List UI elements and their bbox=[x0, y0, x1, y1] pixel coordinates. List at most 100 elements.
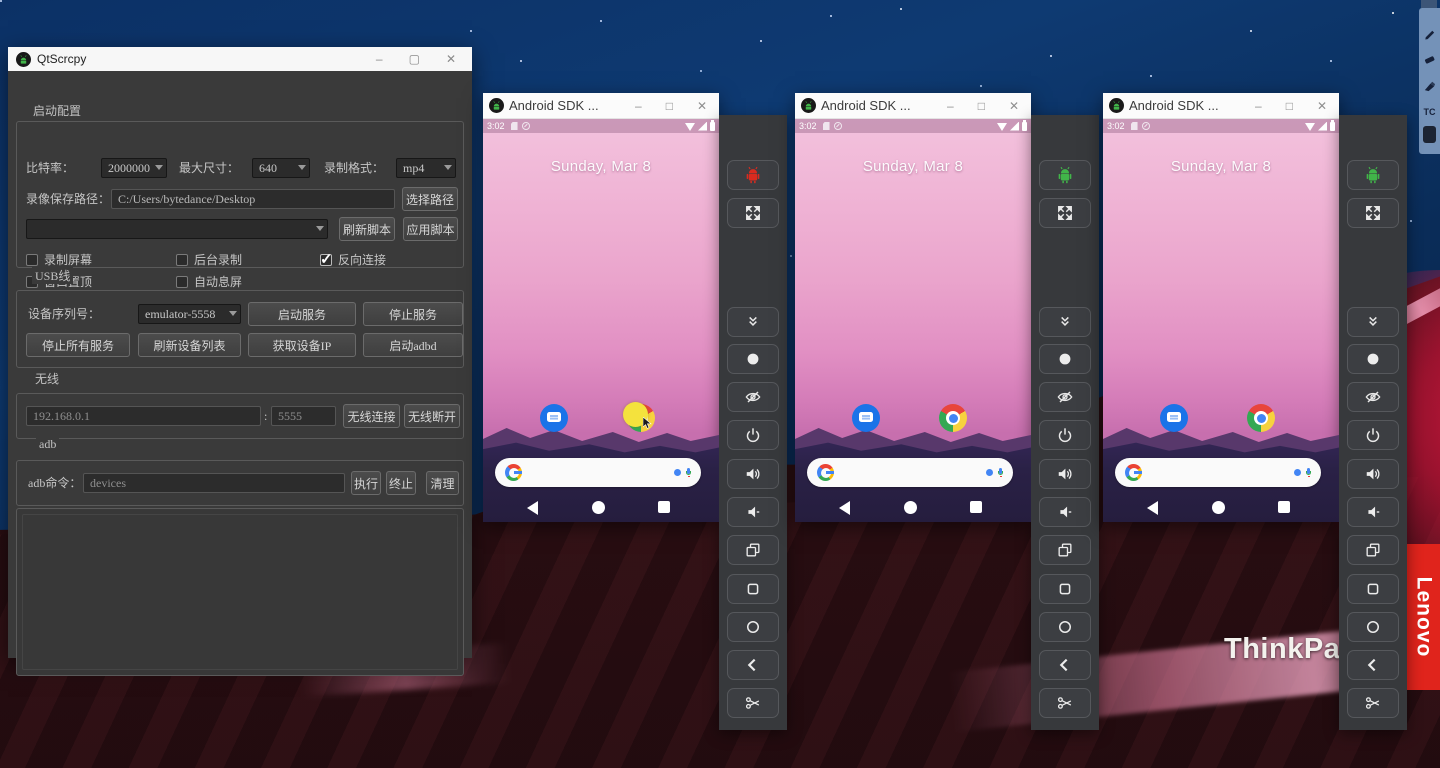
refresh-script-button[interactable]: 刷新脚本 bbox=[339, 217, 395, 241]
power-button[interactable] bbox=[727, 420, 779, 450]
volume-up-button[interactable] bbox=[1039, 459, 1091, 489]
app-switch-button[interactable] bbox=[1347, 535, 1399, 565]
app-switch-button[interactable] bbox=[727, 535, 779, 565]
save-path-input[interactable]: C:/Users/bytedance/Desktop bbox=[111, 189, 395, 209]
marker-icon[interactable] bbox=[1422, 78, 1437, 93]
phone-screen[interactable]: 3:02 Sunday, Mar 8 bbox=[1103, 119, 1339, 522]
mic-icon[interactable] bbox=[998, 468, 1003, 478]
screen-off-button[interactable] bbox=[1347, 382, 1399, 412]
mic-icon[interactable] bbox=[686, 468, 691, 478]
nav-recents-button[interactable] bbox=[970, 501, 982, 513]
expand-collapse-button[interactable] bbox=[727, 307, 779, 337]
maximize-button[interactable]: □ bbox=[978, 99, 985, 113]
refresh-device-list-button[interactable]: 刷新设备列表 bbox=[138, 333, 241, 357]
checkbox-icon[interactable] bbox=[176, 276, 188, 288]
screenshot-button[interactable] bbox=[1347, 688, 1399, 718]
touch-dot-button[interactable] bbox=[727, 344, 779, 374]
messages-app-icon[interactable] bbox=[540, 404, 568, 432]
apply-script-button[interactable]: 应用脚本 bbox=[403, 217, 458, 241]
wireless-connect-button[interactable]: 无线连接 bbox=[343, 404, 400, 428]
wireless-disconnect-button[interactable]: 无线断开 bbox=[404, 404, 460, 428]
power-button[interactable] bbox=[1039, 420, 1091, 450]
fullscreen-button[interactable] bbox=[1039, 198, 1091, 228]
volume-down-button[interactable] bbox=[727, 497, 779, 527]
chrome-app-icon[interactable] bbox=[1247, 404, 1275, 432]
max-size-combo[interactable]: 640 bbox=[252, 158, 310, 178]
expand-collapse-button[interactable] bbox=[1347, 307, 1399, 337]
record-format-combo[interactable]: mp4 bbox=[396, 158, 456, 178]
back-button[interactable] bbox=[1039, 650, 1091, 680]
back-button[interactable] bbox=[1347, 650, 1399, 680]
wireless-ip-input[interactable]: 192.168.0.1 bbox=[26, 406, 261, 426]
fullscreen-button[interactable] bbox=[1347, 198, 1399, 228]
group-control-button[interactable] bbox=[1347, 160, 1399, 190]
maximize-button[interactable]: ▢ bbox=[409, 52, 420, 66]
minimize-button[interactable]: – bbox=[1255, 99, 1262, 113]
color-swatch[interactable] bbox=[1423, 126, 1436, 143]
execute-button[interactable]: 执行 bbox=[351, 471, 381, 495]
reverse-connect-checkbox[interactable]: 反向连接 bbox=[320, 251, 386, 268]
mic-icon[interactable] bbox=[1306, 468, 1311, 478]
start-service-button[interactable]: 启动服务 bbox=[248, 302, 356, 326]
bitrate-combo[interactable]: 2000000 bbox=[101, 158, 167, 178]
script-combo[interactable] bbox=[26, 219, 328, 239]
close-button[interactable]: ✕ bbox=[1009, 99, 1019, 113]
home-button[interactable] bbox=[1347, 612, 1399, 642]
start-adbd-button[interactable]: 启动adbd bbox=[363, 333, 463, 357]
wireless-port-input[interactable]: 5555 bbox=[271, 406, 336, 426]
maximize-button[interactable]: □ bbox=[666, 99, 673, 113]
log-output-area[interactable] bbox=[16, 508, 464, 676]
background-record-checkbox[interactable]: 后台录制 bbox=[176, 251, 242, 268]
app-switch-button[interactable] bbox=[1039, 535, 1091, 565]
volume-down-button[interactable] bbox=[1039, 497, 1091, 527]
google-search-bar[interactable] bbox=[1115, 458, 1321, 487]
adb-cmd-input[interactable]: devices bbox=[83, 473, 345, 493]
minimize-button[interactable]: – bbox=[635, 99, 642, 113]
text-size-label[interactable]: TC bbox=[1422, 104, 1437, 119]
home-button[interactable] bbox=[1039, 612, 1091, 642]
get-device-ip-button[interactable]: 获取设备IP bbox=[248, 333, 356, 357]
stop-service-button[interactable]: 停止服务 bbox=[363, 302, 463, 326]
touch-dot-button[interactable] bbox=[1039, 344, 1091, 374]
back-button[interactable] bbox=[727, 650, 779, 680]
home-button[interactable] bbox=[727, 612, 779, 642]
volume-down-button[interactable] bbox=[1347, 497, 1399, 527]
eraser-icon[interactable] bbox=[1422, 52, 1437, 67]
expand-collapse-button[interactable] bbox=[1039, 307, 1091, 337]
touch-dot-button[interactable] bbox=[1347, 344, 1399, 374]
group-control-button[interactable] bbox=[1039, 160, 1091, 190]
nav-back-button[interactable] bbox=[1147, 501, 1158, 515]
volume-up-button[interactable] bbox=[727, 459, 779, 489]
checkbox-icon[interactable] bbox=[320, 254, 332, 266]
checkbox-icon[interactable] bbox=[176, 254, 188, 266]
device-serial-combo[interactable]: emulator-5558 bbox=[138, 304, 241, 324]
fullscreen-button[interactable] bbox=[727, 198, 779, 228]
record-screen-checkbox[interactable]: 录制屏幕 bbox=[26, 251, 92, 268]
maximize-button[interactable]: □ bbox=[1286, 99, 1293, 113]
nav-recents-button[interactable] bbox=[1278, 501, 1290, 513]
volume-up-button[interactable] bbox=[1347, 459, 1399, 489]
phone-screen[interactable]: 3:02 Sunday, Mar 8 bbox=[483, 119, 719, 522]
menu-button[interactable] bbox=[1347, 574, 1399, 604]
nav-home-button[interactable] bbox=[904, 501, 917, 514]
messages-app-icon[interactable] bbox=[1160, 404, 1188, 432]
nav-home-button[interactable] bbox=[592, 501, 605, 514]
minimize-button[interactable]: – bbox=[376, 52, 383, 66]
screen-off-button[interactable] bbox=[727, 382, 779, 412]
messages-app-icon[interactable] bbox=[852, 404, 880, 432]
google-search-bar[interactable] bbox=[807, 458, 1013, 487]
choose-path-button[interactable]: 选择路径 bbox=[402, 187, 458, 211]
google-search-bar[interactable] bbox=[495, 458, 701, 487]
stop-all-services-button[interactable]: 停止所有服务 bbox=[26, 333, 130, 357]
power-button[interactable] bbox=[1347, 420, 1399, 450]
group-control-button[interactable] bbox=[727, 160, 779, 190]
checkbox-icon[interactable] bbox=[26, 254, 38, 266]
menu-button[interactable] bbox=[727, 574, 779, 604]
chrome-app-icon[interactable] bbox=[939, 404, 967, 432]
nav-recents-button[interactable] bbox=[658, 501, 670, 513]
nav-back-button[interactable] bbox=[527, 501, 538, 515]
nav-back-button[interactable] bbox=[839, 501, 850, 515]
close-button[interactable]: ✕ bbox=[1317, 99, 1327, 113]
menu-button[interactable] bbox=[1039, 574, 1091, 604]
auto-screen-off-checkbox[interactable]: 自动息屏 bbox=[176, 273, 242, 290]
